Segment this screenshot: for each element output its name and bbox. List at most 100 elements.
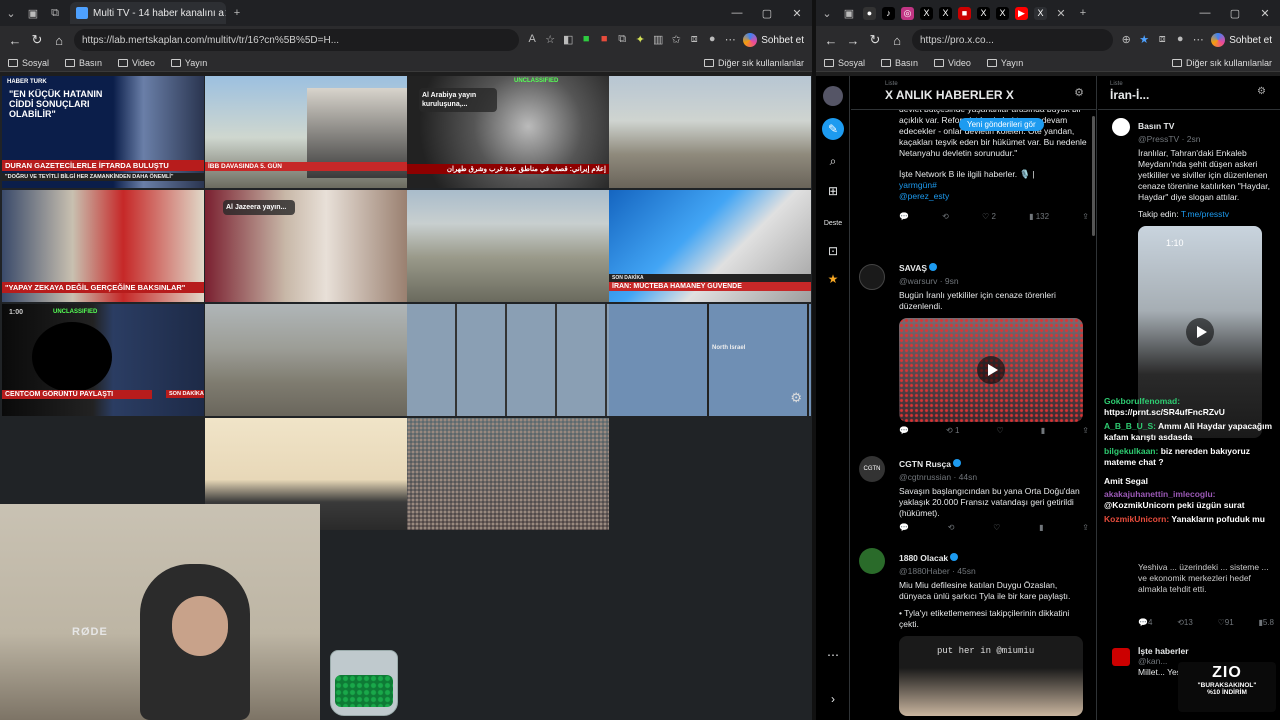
read-aloud-icon[interactable]: A <box>523 33 541 47</box>
author-name[interactable]: İşte haberler <box>1138 646 1218 656</box>
tv-cell-11[interactable] <box>407 304 609 416</box>
refresh-icon[interactable]: ↻ <box>26 32 48 48</box>
profile-avatar[interactable]: ● <box>703 33 721 47</box>
refresh-icon[interactable]: ↻ <box>864 32 886 48</box>
tv-cell-4[interactable] <box>609 76 811 188</box>
profile-avatar[interactable] <box>823 86 843 106</box>
views-icon[interactable]: ▮ <box>1041 426 1045 435</box>
views-button[interactable]: ▮ 132 <box>1029 212 1049 221</box>
split-screen-icon[interactable]: ▥ <box>649 33 667 47</box>
star-icon[interactable]: ★ <box>825 272 841 288</box>
post-cgtn[interactable]: CGTN Rusça @cgtnrussian · 44sn Savaşın b… <box>899 454 1089 532</box>
play-icon[interactable] <box>977 356 1005 384</box>
scrollbar[interactable] <box>1092 116 1095 236</box>
tv-cell-3[interactable]: UNCLASSIFIED Al Arabiya yayın kuruluşuna… <box>407 76 609 188</box>
avatar[interactable] <box>1112 648 1130 666</box>
x-icon[interactable]: X <box>977 6 990 20</box>
views-icon[interactable]: ▮ <box>1039 523 1043 532</box>
translate-icon[interactable]: ⧉ <box>613 33 631 47</box>
more-icon[interactable]: ⋯ <box>1189 33 1207 47</box>
tab-actions-icon[interactable]: ⌄ <box>0 3 22 23</box>
home-icon[interactable]: ⌂ <box>886 33 908 48</box>
author-name[interactable]: 1880 Olacak <box>899 553 948 563</box>
reply-button[interactable]: 💬4 <box>1138 618 1152 627</box>
tv-cell-8[interactable]: SON DAKİKA İRAN: MÜCTEBA HAMANEY GÜVENDE <box>609 190 811 302</box>
repost-button[interactable]: ⟲ 1 <box>946 426 959 435</box>
tv-cell-6[interactable]: Al Jazeera yayın... <box>205 190 407 302</box>
minimize-icon[interactable]: — <box>1190 7 1220 20</box>
bookmark-other[interactable]: Diğer sık kullanılanlar <box>703 58 804 68</box>
repost-button[interactable]: ⟲13 <box>1177 618 1193 627</box>
column-settings-icon[interactable]: ⚙ <box>1074 86 1084 99</box>
bookmark-sosyal[interactable]: Sosyal <box>8 58 49 68</box>
tab-actions-icon[interactable]: ⌄ <box>816 3 838 23</box>
play-icon[interactable] <box>1186 318 1214 346</box>
collections-icon[interactable]: ⧈ <box>1153 33 1171 47</box>
column-tools-icon[interactable]: ⚙ <box>1257 86 1272 97</box>
back-icon[interactable]: ← <box>4 33 26 48</box>
compose-post-icon[interactable]: ✎ <box>822 118 844 140</box>
tv-cell-14[interactable] <box>407 418 609 530</box>
back-icon[interactable]: ← <box>820 33 842 48</box>
tab-strip-icon[interactable]: ⧉ <box>44 3 66 23</box>
repost-icon[interactable]: ⟲ <box>942 212 949 221</box>
bookmark-sosyal[interactable]: Sosyal <box>824 58 865 68</box>
like-icon[interactable]: ♡ <box>997 426 1004 435</box>
avatar[interactable] <box>1112 118 1130 136</box>
workspaces-icon[interactable]: ▣ <box>838 3 860 23</box>
tab-icon[interactable]: ● <box>863 6 876 20</box>
expand-icon[interactable]: › <box>825 692 841 708</box>
post-savas[interactable]: SAVAŞ @warsurv · 9sn Bugün İranlı yetkil… <box>899 258 1089 435</box>
tiktok-icon[interactable]: ♪ <box>882 6 895 20</box>
tv-cell-9[interactable]: 1:00 UNCLASSIFIED CENTCOM GÖRÜNTÜ PAYLAŞ… <box>2 304 204 416</box>
bookmark-other[interactable]: Diğer sık kullanılanlar <box>1171 58 1272 68</box>
zoom-icon[interactable]: ⊕ <box>1117 33 1135 47</box>
share-icon[interactable]: ⇪ <box>1082 212 1089 221</box>
new-tab-icon[interactable]: + <box>226 3 248 23</box>
deck-icon[interactable]: ⊡ <box>825 244 841 260</box>
like-button[interactable]: ♡ 2 <box>982 212 996 221</box>
feed-popup[interactable]: Al Jazeera yayın... <box>223 200 295 215</box>
extension-icon[interactable]: ◧ <box>559 33 577 47</box>
author-name[interactable]: Basın TV <box>1138 121 1174 131</box>
reply-icon[interactable]: 💬 <box>899 523 909 532</box>
search-icon[interactable]: ⌕ <box>825 154 841 170</box>
new-posts-button[interactable]: Yeni gönderileri gör <box>959 118 1044 131</box>
favorites-icon[interactable]: ✩ <box>667 33 685 47</box>
collections-icon[interactable]: ⧈ <box>685 33 703 47</box>
tv-cell-10[interactable] <box>205 304 407 416</box>
bookmark-yayin[interactable]: Yayın <box>986 58 1023 68</box>
close-tab-icon[interactable]: ✕ <box>1050 3 1072 23</box>
extension-red-icon[interactable]: ■ <box>595 33 613 47</box>
repost-icon[interactable]: ⟲ <box>948 523 955 532</box>
maximize-icon[interactable]: ▢ <box>1220 7 1250 20</box>
workspaces-icon[interactable]: ▣ <box>22 3 44 23</box>
media-thumbnail[interactable]: put her in @miumiu <box>899 636 1083 716</box>
avatar[interactable]: CGTN <box>859 456 885 482</box>
youtube-icon[interactable]: ▶ <box>1015 6 1028 20</box>
favorite-icon[interactable]: ★ <box>1135 33 1153 47</box>
like-icon[interactable]: ♡ <box>993 523 1000 532</box>
tv-cell-7[interactable] <box>407 190 609 302</box>
avatar[interactable] <box>859 264 885 290</box>
url-input[interactable]: https://pro.x.co... <box>912 29 1114 51</box>
instagram-icon[interactable]: ◎ <box>901 6 914 20</box>
post-links[interactable]: yarmgün# @perez_esty <box>899 180 1089 202</box>
views-button[interactable]: ▮5.8 <box>1258 618 1274 627</box>
bookmark-basin[interactable]: Basın <box>65 58 102 68</box>
tab-icon[interactable]: ■ <box>958 6 971 20</box>
more-options-icon[interactable]: ⋯ <box>825 648 841 664</box>
add-column-icon[interactable]: ⊞ <box>825 184 841 200</box>
author-name[interactable]: SAVAŞ <box>899 263 927 273</box>
x-icon[interactable]: X <box>939 6 952 20</box>
x-icon[interactable]: X <box>996 6 1009 20</box>
x-icon[interactable]: X <box>1034 6 1047 20</box>
share-icon[interactable]: ⇪ <box>1082 523 1089 532</box>
tab-multitv[interactable]: Multi TV - 14 haber kanalını a ✕ <box>70 2 226 24</box>
feed-popup[interactable]: Al Arabiya yayın kuruluşuna,... <box>419 88 497 112</box>
share-icon[interactable]: ⇪ <box>1082 426 1089 435</box>
favorite-icon[interactable]: ☆ <box>541 33 559 47</box>
follow-link[interactable]: T.me/presstv <box>1181 209 1229 219</box>
bookmark-video[interactable]: Video <box>934 58 971 68</box>
tv-cell-2[interactable]: İBB DAVASINDA 5. GÜN <box>205 76 407 188</box>
